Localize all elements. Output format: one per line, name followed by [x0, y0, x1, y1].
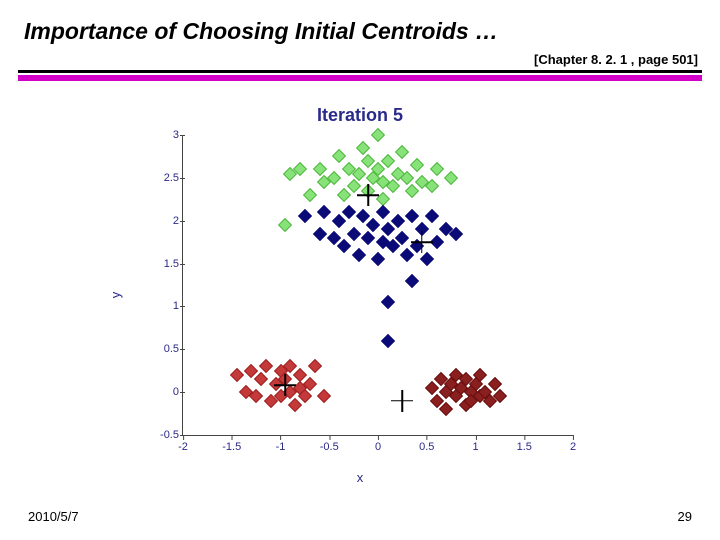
y-tick: 2: [149, 215, 179, 227]
x-tick: 2: [570, 441, 576, 453]
data-point: [337, 239, 351, 253]
data-point: [254, 372, 268, 386]
y-tick: 0: [149, 386, 179, 398]
y-tick: 0.5: [149, 343, 179, 355]
data-point: [405, 184, 419, 198]
data-point: [381, 295, 395, 309]
data-point: [278, 218, 292, 232]
data-point: [332, 149, 346, 163]
data-point: [395, 145, 409, 159]
centroid-marker: [411, 231, 433, 253]
data-point: [317, 389, 331, 403]
data-point: [429, 162, 443, 176]
data-point: [317, 205, 331, 219]
footer-date: 2010/5/7: [28, 509, 79, 524]
data-point: [312, 162, 326, 176]
data-point: [347, 227, 361, 241]
slide-title: Importance of Choosing Initial Centroids…: [24, 18, 498, 45]
data-point: [376, 205, 390, 219]
x-tick: 0.5: [419, 441, 434, 453]
x-tick: 1.5: [517, 441, 532, 453]
centroid-marker: [357, 184, 379, 206]
data-point: [337, 188, 351, 202]
data-point: [298, 209, 312, 223]
x-tick: -0.5: [320, 441, 339, 453]
x-tick: -2: [178, 441, 188, 453]
data-point: [425, 209, 439, 223]
data-point: [444, 171, 458, 185]
centroid-marker: [391, 390, 413, 412]
plot-area: -2-1.5-1-0.500.511.52-0.500.511.522.53: [182, 135, 573, 436]
centroid-marker: [274, 374, 296, 396]
data-point: [381, 154, 395, 168]
y-tick: 1.5: [149, 258, 179, 270]
data-point: [366, 218, 380, 232]
data-point: [439, 402, 453, 416]
y-tick: 1: [149, 300, 179, 312]
data-point: [371, 252, 385, 266]
data-point: [230, 368, 244, 382]
data-point: [410, 158, 424, 172]
y-tick: 2.5: [149, 172, 179, 184]
data-point: [342, 205, 356, 219]
chapter-ref: [Chapter 8. 2. 1 , page 501]: [534, 52, 698, 67]
data-point: [371, 128, 385, 142]
data-point: [361, 231, 375, 245]
data-point: [351, 248, 365, 262]
y-tick: 3: [149, 129, 179, 141]
data-point: [312, 227, 326, 241]
x-tick: 0: [375, 441, 381, 453]
data-point: [308, 359, 322, 373]
data-point: [420, 252, 434, 266]
data-point: [288, 398, 302, 412]
y-axis-label: y: [108, 292, 123, 299]
data-point: [405, 209, 419, 223]
x-tick: -1: [276, 441, 286, 453]
data-point: [332, 214, 346, 228]
data-point: [356, 141, 370, 155]
y-tick: -0.5: [149, 429, 179, 441]
kmeans-scatter-chart: Iteration 5 y x -2-1.5-1-0.500.511.52-0.…: [120, 105, 600, 485]
title-underline: [18, 70, 702, 81]
chart-title: Iteration 5: [120, 105, 600, 126]
data-point: [381, 334, 395, 348]
x-tick: -1.5: [222, 441, 241, 453]
footer-page-number: 29: [678, 509, 692, 524]
data-point: [405, 274, 419, 288]
data-point: [303, 188, 317, 202]
x-axis-label: x: [120, 470, 600, 485]
x-tick: 1: [472, 441, 478, 453]
